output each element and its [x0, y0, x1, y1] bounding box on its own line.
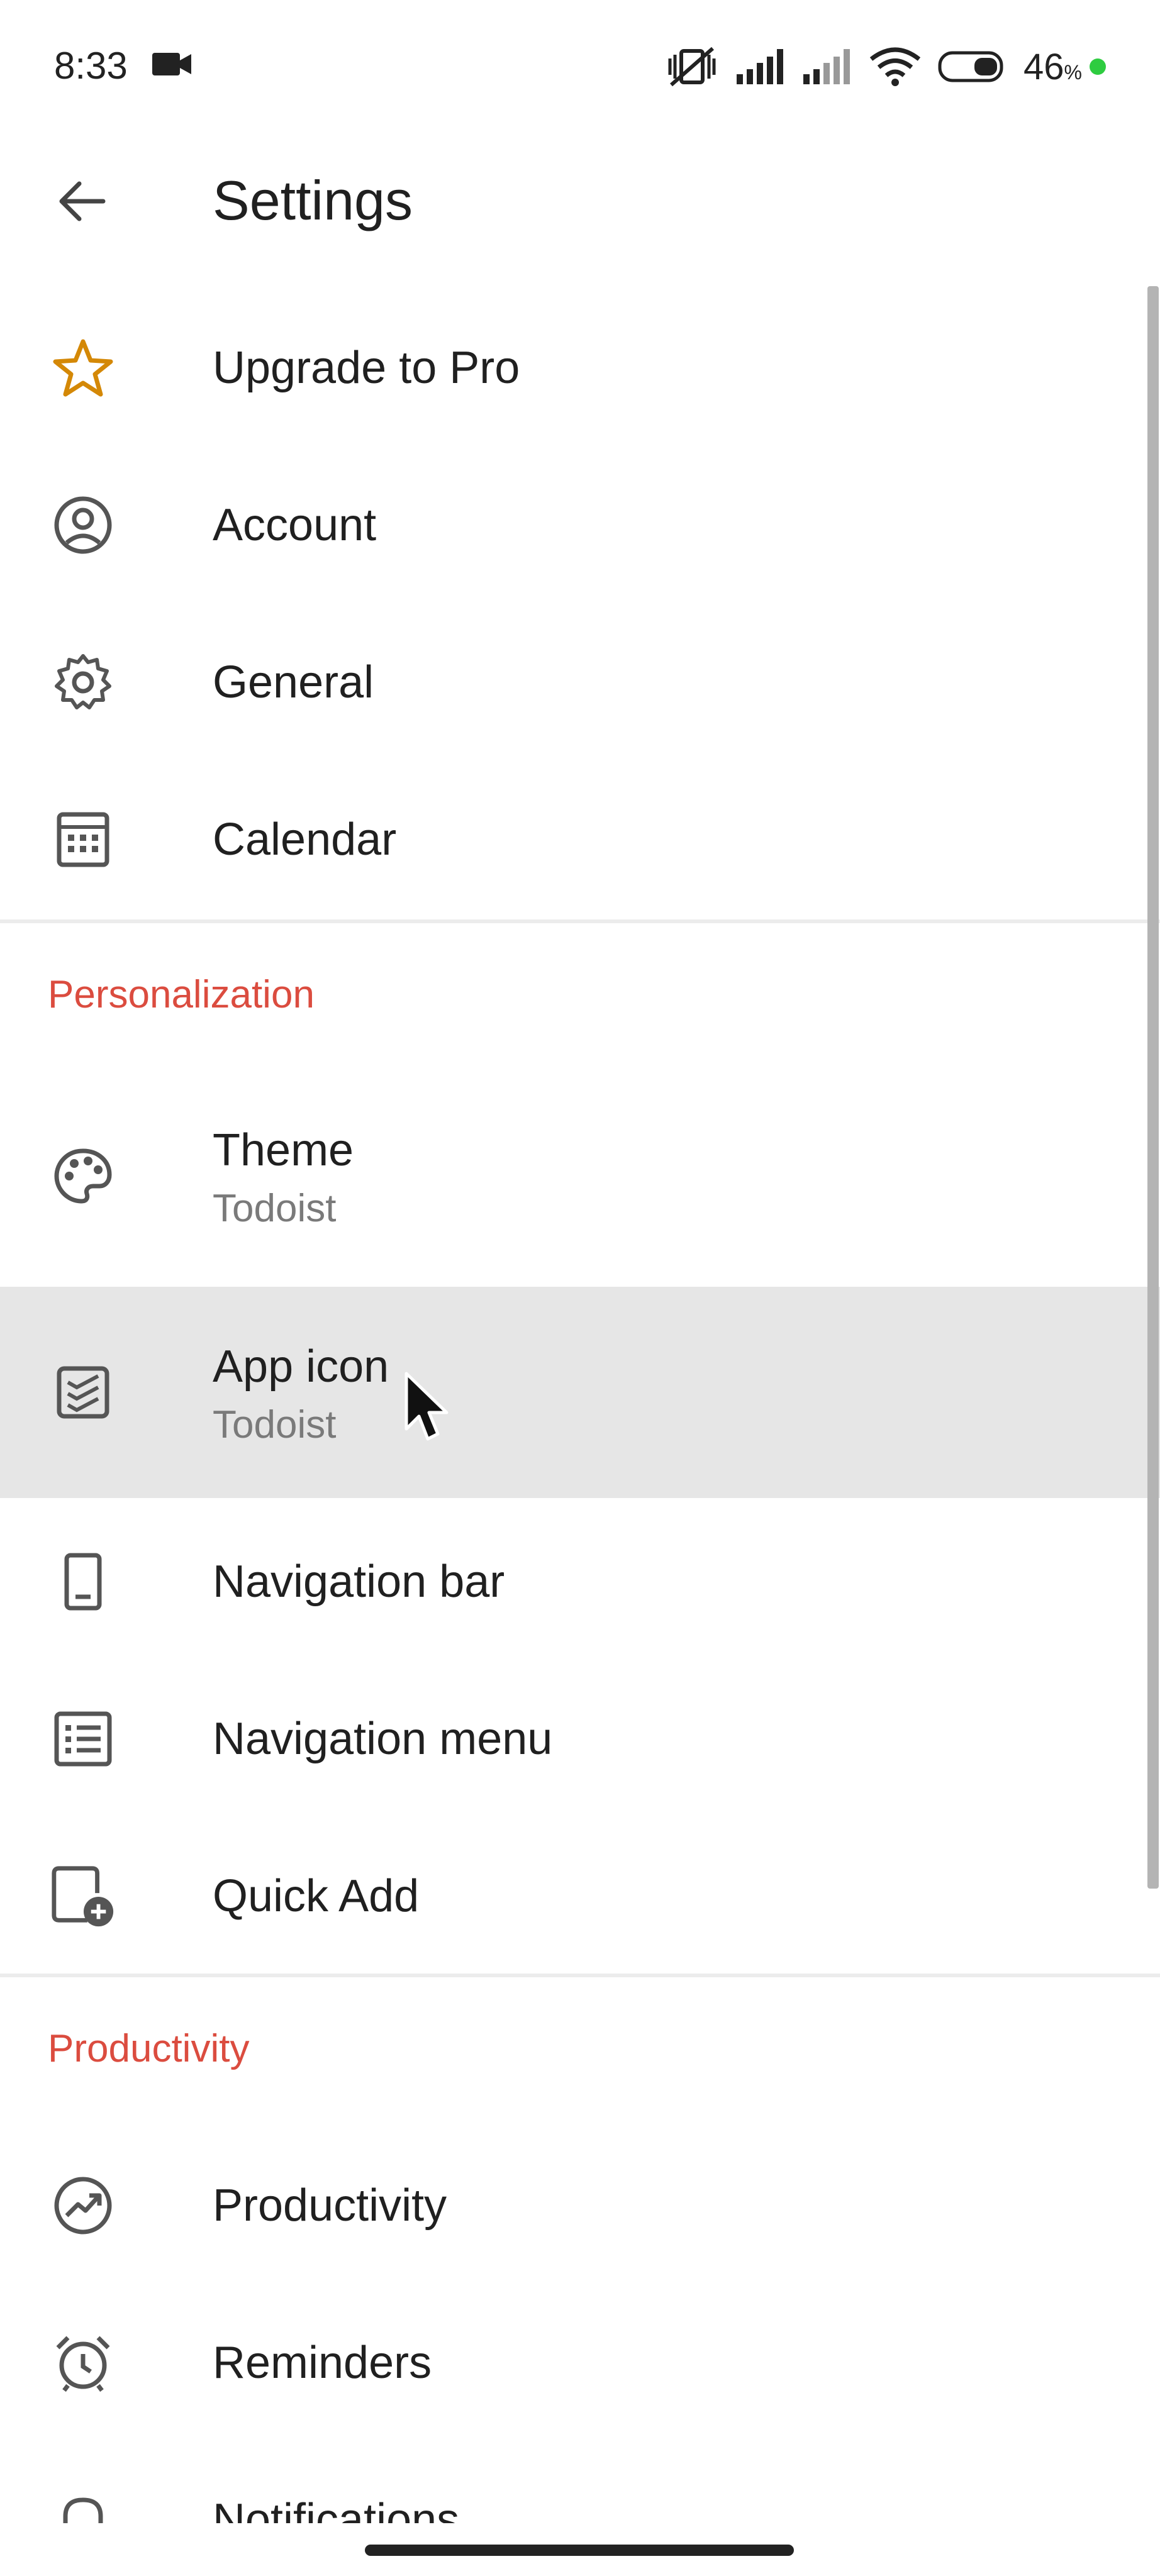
back-button[interactable] [38, 157, 126, 245]
settings-item-label: App icon [213, 1341, 389, 1392]
settings-item-navigation-bar[interactable]: Navigation bar [0, 1541, 1160, 1623]
settings-item-label: Account [213, 500, 377, 550]
app-bar: Settings [0, 132, 1160, 258]
section-divider [0, 1974, 1160, 1977]
section-header-personalization: Personalization [48, 973, 315, 1016]
gesture-navigation-bar[interactable] [365, 2545, 794, 2556]
settings-item-label: Calendar [213, 814, 397, 865]
wifi-icon [869, 47, 921, 86]
settings-item-label: Navigation bar [213, 1557, 505, 1607]
status-icons: 46% [665, 42, 1106, 92]
settings-item-label: Reminders [213, 2338, 432, 2388]
settings-item-label: Productivity [213, 2180, 447, 2231]
settings-item-value: Todoist [213, 1187, 337, 1230]
trend-icon [49, 2172, 117, 2240]
settings-screen: 8:33 46% Settings Upgrade to Pro Account… [0, 0, 1160, 2576]
list-icon [49, 1705, 117, 1773]
page-title: Settings [213, 169, 413, 231]
signal-icon [803, 49, 850, 84]
star-icon [49, 334, 117, 402]
vibrate-off-icon [668, 47, 716, 87]
settings-item-theme[interactable]: Theme Todoist [0, 1094, 1160, 1258]
app-icon-icon [49, 1358, 117, 1426]
alarm-icon [49, 2329, 117, 2397]
settings-item-value: Todoist [213, 1403, 337, 1446]
gear-icon [49, 648, 117, 716]
settings-item-label: General [213, 657, 374, 708]
account-circle-icon [49, 491, 117, 559]
settings-item-general[interactable]: General [0, 641, 1160, 723]
settings-item-upgrade-to-pro[interactable]: Upgrade to Pro [0, 327, 1160, 409]
settings-item-label: Quick Add [213, 1871, 420, 1921]
status-bar: 8:33 46% [0, 0, 1160, 132]
section-header-productivity: Productivity [48, 2027, 250, 2070]
quick-add-icon [49, 1862, 117, 1930]
mouse-cursor-icon [404, 1372, 449, 1441]
settings-item-reminders[interactable]: Reminders [0, 2322, 1160, 2404]
settings-item-label: Upgrade to Pro [213, 343, 520, 393]
battery-icon [938, 51, 1003, 82]
signal-icon [737, 49, 784, 84]
arrow-left-icon [59, 181, 106, 221]
status-time: 8:33 [54, 45, 128, 87]
scrollbar[interactable] [1147, 286, 1159, 1889]
video-camera-icon [152, 53, 191, 75]
battery-percent: 46% [1023, 46, 1082, 87]
palette-icon [49, 1142, 117, 1210]
phone-icon [49, 1548, 117, 1616]
settings-item-label: Navigation menu [213, 1714, 553, 1764]
settings-item-productivity[interactable]: Productivity [0, 2165, 1160, 2246]
settings-item-app-icon[interactable]: App icon Todoist [0, 1287, 1160, 1498]
settings-item-quick-add[interactable]: Quick Add [0, 1855, 1160, 1937]
privacy-indicator-dot [1090, 58, 1106, 75]
settings-item-calendar[interactable]: Calendar [0, 799, 1160, 880]
settings-item-label: Theme [213, 1125, 354, 1175]
settings-item-navigation-menu[interactable]: Navigation menu [0, 1698, 1160, 1780]
settings-item-account[interactable]: Account [0, 484, 1160, 566]
calendar-icon [49, 806, 117, 874]
section-divider [0, 919, 1160, 923]
